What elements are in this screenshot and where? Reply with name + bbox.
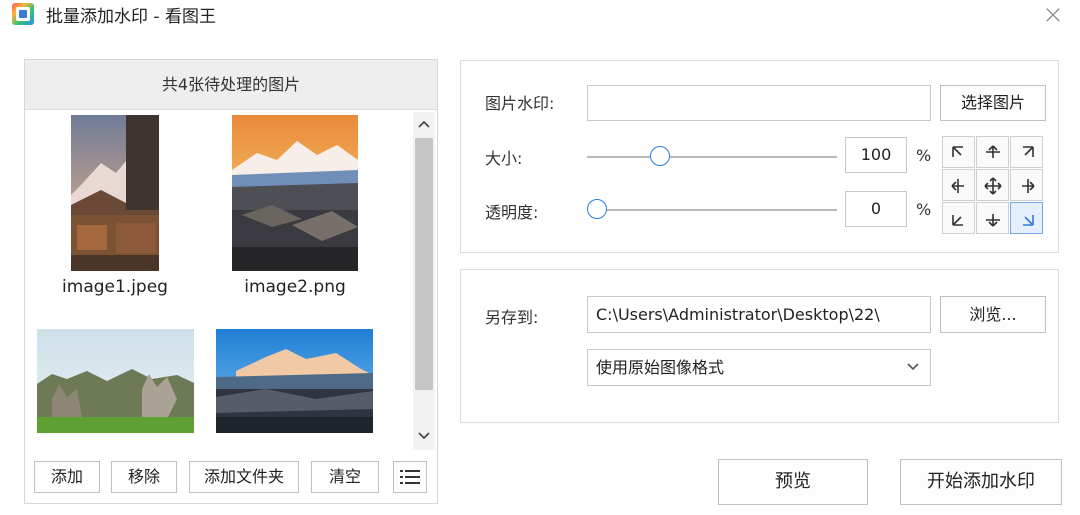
position-top-right[interactable] xyxy=(1010,136,1043,168)
chevron-down-icon xyxy=(906,350,920,385)
position-top-left[interactable] xyxy=(942,136,975,168)
format-select-value: 使用原始图像格式 xyxy=(596,358,725,377)
scroll-thumb[interactable] xyxy=(415,138,433,390)
thumbnail-image2[interactable] xyxy=(232,115,358,275)
add-folder-button[interactable]: 添加文件夹 xyxy=(189,461,299,493)
remove-button[interactable]: 移除 xyxy=(111,461,177,493)
position-bottom-center[interactable] xyxy=(976,202,1009,234)
move-center-icon xyxy=(984,177,1002,195)
browse-button[interactable]: 浏览... xyxy=(940,296,1046,333)
arrow-bottom-right-icon xyxy=(1023,215,1034,226)
size-label: 大小: xyxy=(485,149,523,168)
thumbnail-image1[interactable] xyxy=(71,115,159,275)
image-watermark-label: 图片水印: xyxy=(485,94,555,113)
thumbnail-area[interactable]: image1.jpeg image2.png xyxy=(25,111,411,451)
save-to-label: 另存到: xyxy=(485,308,539,327)
arrow-bottom-left-icon xyxy=(952,215,963,226)
thumbnail-label: image2.png xyxy=(244,277,346,297)
thumbnail-picture xyxy=(71,115,159,271)
thumbnail-picture xyxy=(232,115,358,271)
scroll-down-icon[interactable] xyxy=(413,424,435,450)
format-select[interactable]: 使用原始图像格式 xyxy=(587,349,931,386)
thumbnail-picture xyxy=(216,329,373,433)
thumbnail-image4[interactable] xyxy=(216,329,373,437)
arrow-top-left-icon xyxy=(952,146,963,157)
arrow-bottom-icon xyxy=(986,214,1000,227)
clear-button[interactable]: 清空 xyxy=(311,461,379,493)
opacity-value-input[interactable]: 0 xyxy=(845,191,907,227)
position-middle-left[interactable] xyxy=(942,169,975,201)
opacity-percent-sign: % xyxy=(916,200,932,219)
add-button[interactable]: 添加 xyxy=(34,461,100,493)
image-watermark-input[interactable] xyxy=(587,85,931,121)
start-watermark-button[interactable]: 开始添加水印 xyxy=(900,459,1062,505)
thumbnail-picture xyxy=(37,329,194,433)
size-slider-track[interactable] xyxy=(587,156,837,158)
opacity-label: 透明度: xyxy=(485,203,539,222)
arrow-top-right-icon xyxy=(1023,146,1034,157)
watermark-position-grid xyxy=(942,136,1044,234)
opacity-slider-track[interactable] xyxy=(587,209,837,211)
size-percent-sign: % xyxy=(916,146,932,165)
image-count-header: 共4张待处理的图片 xyxy=(25,60,437,110)
image-list-panel: 共4张待处理的图片 image1.jpeg image2.png 添加 移除 添… xyxy=(24,59,438,504)
size-slider-knob[interactable] xyxy=(649,146,670,166)
thumbnail-image3[interactable] xyxy=(37,329,194,437)
list-view-button[interactable] xyxy=(393,461,427,493)
position-bottom-right[interactable] xyxy=(1010,202,1043,234)
size-value-input[interactable]: 100 xyxy=(845,137,907,173)
arrow-left-icon xyxy=(951,179,964,193)
arrow-top-icon xyxy=(986,145,1000,158)
window-title: 批量添加水印 - 看图王 xyxy=(46,7,216,27)
position-top-center[interactable] xyxy=(976,136,1009,168)
choose-image-button[interactable]: 选择图片 xyxy=(940,85,1046,121)
position-center[interactable] xyxy=(976,169,1009,201)
position-middle-right[interactable] xyxy=(1010,169,1043,201)
arrow-right-icon xyxy=(1022,179,1035,193)
close-icon[interactable]: × xyxy=(1038,0,1068,30)
opacity-slider-knob[interactable] xyxy=(587,199,607,219)
scroll-up-icon[interactable] xyxy=(413,112,435,138)
preview-button[interactable]: 预览 xyxy=(718,459,868,505)
position-bottom-left[interactable] xyxy=(942,202,975,234)
list-icon xyxy=(400,470,420,484)
thumbnail-scrollbar[interactable] xyxy=(413,112,435,450)
save-path-input[interactable]: C:\Users\Administrator\Desktop\22\ xyxy=(587,296,931,333)
app-logo-icon xyxy=(12,3,34,25)
save-settings-panel xyxy=(460,269,1059,423)
thumbnail-label: image1.jpeg xyxy=(62,277,168,297)
